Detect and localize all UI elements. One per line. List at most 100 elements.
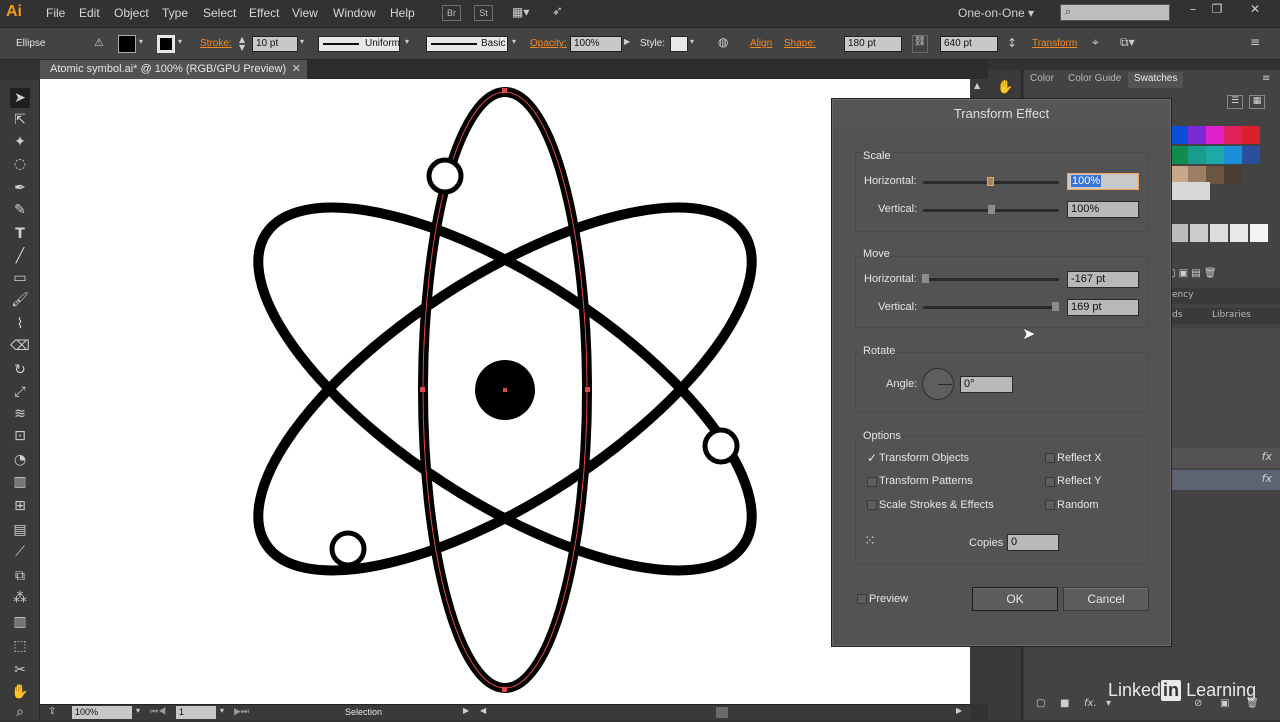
- hand-tool-icon[interactable]: ✋: [10, 682, 30, 702]
- preview-checkbox[interactable]: [857, 594, 867, 604]
- stepper-icon[interactable]: ▲ ▼: [239, 36, 251, 52]
- scale-tool-icon[interactable]: ⤢: [10, 382, 30, 402]
- menu-file[interactable]: File: [46, 6, 65, 20]
- search-input[interactable]: ⌕: [1060, 4, 1170, 21]
- fx-icon[interactable]: fx: [1262, 472, 1272, 485]
- restore-button[interactable]: ❐: [1206, 2, 1228, 20]
- horizontal-scroll-thumb[interactable]: [716, 707, 728, 718]
- mesh-tool-icon[interactable]: ⊞: [10, 496, 30, 516]
- menu-type[interactable]: Type: [162, 6, 188, 20]
- move-vertical-field[interactable]: 169 pt: [1067, 299, 1139, 316]
- symbol-sprayer-tool-icon[interactable]: ⁂: [10, 588, 30, 608]
- arrange-icon[interactable]: ⧉▾: [1120, 35, 1135, 50]
- ok-button[interactable]: OK: [972, 587, 1058, 611]
- chevron-down-icon[interactable]: ▾: [300, 37, 304, 46]
- pen-tool-icon[interactable]: ✒: [10, 178, 30, 198]
- menu-view[interactable]: View: [292, 6, 318, 20]
- angle-dial[interactable]: [922, 368, 954, 400]
- move-horizontal-slider[interactable]: [923, 278, 1059, 281]
- perspective-grid-tool-icon[interactable]: ▥: [10, 472, 30, 492]
- menu-object[interactable]: Object: [114, 6, 149, 20]
- eraser-tool-icon[interactable]: ⌫: [10, 336, 30, 356]
- move-horizontal-field[interactable]: -167 pt: [1067, 271, 1139, 288]
- tab-swatches[interactable]: Swatches: [1128, 72, 1184, 88]
- reflect-x-checkbox[interactable]: [1045, 453, 1055, 463]
- anchor-point[interactable]: [502, 687, 507, 692]
- line-tool-icon[interactable]: ╱: [10, 246, 30, 266]
- scale-vertical-field[interactable]: 100%: [1067, 201, 1139, 218]
- selection-tool-icon[interactable]: ➤: [10, 88, 30, 108]
- close-icon[interactable]: ✕: [292, 62, 301, 75]
- menu-window[interactable]: Window: [333, 6, 376, 20]
- rotate-tool-icon[interactable]: ↻: [10, 360, 30, 380]
- angle-field[interactable]: 0°: [960, 376, 1013, 393]
- lasso-tool-icon[interactable]: ◌: [10, 154, 30, 174]
- width-field[interactable]: 180 pt: [844, 36, 902, 52]
- fx-icon[interactable]: fx: [1262, 450, 1272, 463]
- scale-horizontal-thumb[interactable]: [987, 177, 994, 186]
- gpu-performance-icon[interactable]: ➶: [552, 4, 572, 22]
- bridge-button[interactable]: Br: [442, 5, 461, 21]
- anchor-point[interactable]: [420, 387, 425, 392]
- direct-selection-tool-icon[interactable]: ⇱: [10, 110, 30, 130]
- pattern-swatch[interactable]: [1170, 182, 1210, 200]
- next-artboard-icon[interactable]: ▶⏭: [234, 706, 249, 717]
- reference-point-locator-icon[interactable]: ⁙: [864, 532, 882, 550]
- anchor-point[interactable]: [502, 88, 507, 93]
- reference-point-icon[interactable]: ↕: [1007, 36, 1017, 50]
- chevron-down-icon[interactable]: ▾: [136, 706, 140, 715]
- menu-effect[interactable]: Effect: [249, 6, 279, 20]
- electron-circle[interactable]: [426, 157, 464, 195]
- fill-icon[interactable]: ■: [1060, 698, 1069, 709]
- document-tab[interactable]: Atomic symbol.ai* @ 100% (RGB/GPU Previe…: [40, 60, 308, 79]
- paintbrush-tool-icon[interactable]: 🖌: [10, 290, 30, 310]
- free-transform-tool-icon[interactable]: ⊡: [10, 426, 30, 446]
- scroll-up-icon[interactable]: ▲: [974, 81, 980, 90]
- transform-patterns-checkbox[interactable]: [867, 477, 877, 487]
- clear-appearance-icon[interactable]: ▢: [1036, 698, 1045, 709]
- eyedropper-tool-icon[interactable]: ⟋: [10, 542, 30, 562]
- transform-objects-checkbox[interactable]: ✓: [867, 452, 877, 464]
- scale-horizontal-field[interactable]: 100%: [1067, 173, 1139, 190]
- add-effect-icon[interactable]: fx.: [1084, 698, 1097, 709]
- stroke-weight-field[interactable]: 10 pt: [252, 36, 298, 52]
- fill-color-swatch[interactable]: [118, 35, 136, 53]
- rectangle-tool-icon[interactable]: ▭: [10, 268, 30, 288]
- tab-color-guide[interactable]: Color Guide: [1062, 72, 1127, 88]
- reflect-y-checkbox[interactable]: [1045, 477, 1055, 487]
- scale-vertical-thumb[interactable]: [988, 205, 995, 214]
- chevron-down-icon[interactable]: ▾: [220, 706, 224, 715]
- recolor-artwork-icon[interactable]: ◍: [718, 35, 728, 49]
- chevron-right-icon[interactable]: ▶: [624, 37, 630, 46]
- minimize-button[interactable]: –: [1182, 2, 1204, 20]
- grid-view-icon[interactable]: ▦: [1249, 95, 1265, 109]
- chevron-right-icon[interactable]: ▶: [463, 706, 469, 715]
- share-icon[interactable]: ⇪: [48, 706, 56, 717]
- properties-icon[interactable]: ✋: [997, 80, 1013, 95]
- blob-brush-tool-icon[interactable]: ⌇: [10, 314, 30, 334]
- curvature-tool-icon[interactable]: ✎: [10, 200, 30, 220]
- tab-color[interactable]: Color: [1024, 72, 1060, 88]
- transform-label[interactable]: Transform: [1032, 38, 1077, 49]
- move-horizontal-thumb[interactable]: [922, 274, 929, 283]
- artboard-number-field[interactable]: 1: [176, 706, 216, 719]
- arrange-documents-icon[interactable]: ▦▾: [512, 5, 538, 21]
- artboard-tool-icon[interactable]: ⬚: [10, 636, 30, 656]
- stroke-color-swatch[interactable]: [157, 35, 175, 53]
- electron-circle[interactable]: [329, 530, 367, 568]
- blend-tool-icon[interactable]: ⧉: [10, 566, 30, 586]
- panel-menu-icon[interactable]: ≡: [1250, 35, 1260, 49]
- gradient-tool-icon[interactable]: ▤: [10, 520, 30, 540]
- cancel-button[interactable]: Cancel: [1063, 587, 1149, 611]
- zoom-field[interactable]: 100%: [72, 706, 132, 719]
- workspace-switcher[interactable]: One-on-One ▾: [958, 6, 1034, 20]
- chevron-down-icon[interactable]: ▾: [405, 37, 409, 46]
- stock-button[interactable]: St: [474, 5, 493, 21]
- opacity-field[interactable]: 100%: [570, 36, 622, 52]
- transparency-tab-partial[interactable]: ency: [1172, 290, 1194, 300]
- gray-swatches[interactable]: [1170, 224, 1270, 242]
- random-checkbox[interactable]: [1045, 500, 1055, 510]
- zoom-tool-icon[interactable]: ⌕: [10, 702, 30, 722]
- close-button[interactable]: ✕: [1244, 2, 1266, 20]
- style-swatch[interactable]: [670, 36, 688, 52]
